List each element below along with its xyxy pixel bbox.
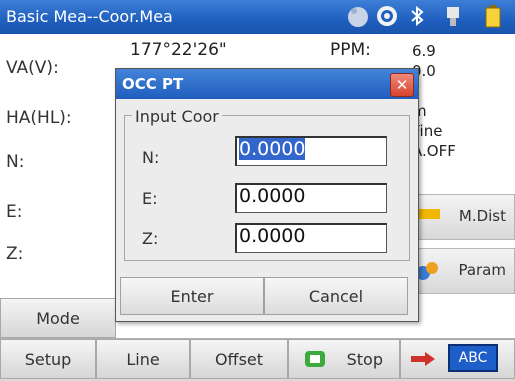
gear-icon[interactable] <box>374 3 400 29</box>
title-bar: Basic Mea--Coor.Mea <box>0 0 515 34</box>
dialog-title: OCC PT <box>122 75 184 93</box>
n-label: N: <box>6 152 25 172</box>
line-button[interactable]: Line <box>96 339 190 379</box>
window-title: Basic Mea--Coor.Mea <box>6 7 173 26</box>
mode-button[interactable]: Mode <box>0 298 116 338</box>
moon-icon[interactable] <box>345 3 371 29</box>
param-label: Param <box>458 261 506 279</box>
e-label: E: <box>6 202 23 222</box>
e-input-value: 0.0000 <box>239 185 306 207</box>
z-coordinate-input[interactable]: 0.0000 <box>235 223 387 253</box>
n-input-value: 0.0000 <box>239 138 306 160</box>
ppm-label: PPM: <box>330 40 371 60</box>
bluetooth-icon[interactable] <box>404 3 430 29</box>
mdist-button[interactable]: M.Dist <box>405 194 515 240</box>
ppm-value: 6.9 <box>412 42 436 60</box>
dialog-title-bar: OCC PT ✕ <box>116 69 418 99</box>
cancel-button[interactable]: Cancel <box>264 277 408 315</box>
close-icon[interactable]: ✕ <box>390 73 414 97</box>
stop-button[interactable]: Stop <box>288 339 400 379</box>
e-coordinate-input[interactable]: 0.0000 <box>235 183 387 213</box>
input-coor-label: Input Coor <box>132 107 222 126</box>
stop-icon <box>305 351 325 367</box>
z-label: Z: <box>6 244 24 264</box>
plug-icon <box>447 7 459 26</box>
z-field-label: Z: <box>142 229 159 248</box>
e-field-label: E: <box>142 189 158 208</box>
n-coordinate-input[interactable]: 0.0000 <box>235 136 387 166</box>
enter-button[interactable]: Enter <box>120 277 264 315</box>
ha-label: HA(HL): <box>6 108 72 128</box>
input-mode-button[interactable]: ABC <box>448 344 498 372</box>
stop-label: Stop <box>346 349 383 369</box>
n-field-label: N: <box>142 148 160 167</box>
va-label: VA(V): <box>6 58 59 78</box>
battery-icon <box>485 5 501 28</box>
offset-button[interactable]: Offset <box>190 339 288 379</box>
mdist-label: M.Dist <box>458 207 506 225</box>
va-value: 177°22'26" <box>130 40 227 60</box>
setup-button[interactable]: Setup <box>0 339 96 379</box>
keyboard-plug-icon <box>411 352 435 366</box>
occ-pt-dialog: OCC PT ✕ Input Coor N: 0.0000 E: 0.0000 … <box>115 68 419 322</box>
z-input-value: 0.0000 <box>239 225 306 247</box>
param-button[interactable]: Param <box>405 248 515 294</box>
